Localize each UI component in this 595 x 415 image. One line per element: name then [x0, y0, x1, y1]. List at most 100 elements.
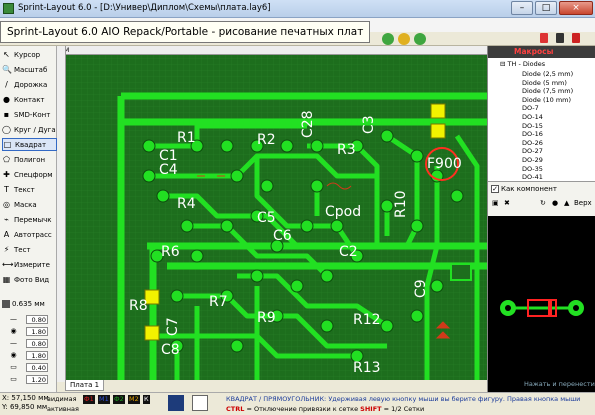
tool-zoom[interactable]: 🔍 Масштаб — [2, 63, 57, 76]
tool-label: Автотрасс — [14, 230, 52, 239]
tool-track[interactable]: / Дорожка — [2, 78, 57, 91]
tree-root[interactable]: ⊟ TH - Diodes — [500, 60, 545, 68]
component-label[interactable]: R7 — [209, 294, 228, 310]
component-label[interactable]: Cpod — [325, 204, 361, 220]
component-label[interactable]: C7 — [165, 317, 181, 336]
checkbox-icon[interactable]: ✓ — [491, 185, 499, 193]
tool-circle[interactable]: ◯ Круг / Дуга — [2, 123, 57, 136]
as-component-checkbox[interactable]: ✓ Как компонент — [491, 185, 557, 193]
layer-chip[interactable]: Ф1 — [83, 395, 95, 404]
component-label[interactable]: C8 — [161, 342, 180, 358]
layer-chip[interactable]: М1 — [98, 395, 110, 404]
size-spinner[interactable]: ◉ 1.80 — [1, 350, 56, 360]
minus-icon[interactable]: ⊟ — [500, 60, 508, 68]
macro-item[interactable]: DO-35 — [522, 165, 543, 173]
tool-photo[interactable]: ▦ Фото Вид — [2, 273, 57, 286]
size-spinner[interactable]: ▭ 1.20 — [1, 374, 56, 384]
grid-value[interactable]: 0.635 мм — [2, 300, 45, 308]
rotate-icon[interactable]: ↻ — [540, 199, 546, 207]
component-label[interactable]: R10 — [393, 190, 409, 218]
tool-label: Полигон — [14, 155, 46, 164]
macro-item[interactable]: DO-14 — [522, 113, 543, 121]
component-label[interactable]: C9 — [413, 279, 429, 298]
macro-item[interactable]: Diode (5 mm) — [522, 79, 567, 87]
tool-special[interactable]: ✚ Спецформ — [2, 168, 57, 181]
close-button[interactable]: × — [559, 1, 593, 15]
macro-item[interactable]: DO-27 — [522, 147, 543, 155]
component-label[interactable]: C4 — [159, 162, 178, 178]
layer-chip[interactable]: Ф2 — [113, 395, 125, 404]
component-label[interactable]: R4 — [177, 196, 196, 212]
size-spinner[interactable]: — 0.80 — [1, 314, 56, 324]
size-value[interactable]: 0.80 — [26, 338, 48, 348]
component-label[interactable]: R12 — [353, 312, 381, 328]
tool-jumper[interactable]: ⌁ Перемычк — [2, 213, 57, 226]
maximize-button[interactable]: □ — [535, 1, 557, 15]
component-label[interactable]: C28 — [300, 110, 316, 138]
tool-text[interactable]: T Текст — [2, 183, 57, 196]
macro-item[interactable]: DO-26 — [522, 139, 543, 147]
macro-item[interactable]: DO-7 — [522, 104, 539, 112]
component-label[interactable]: R13 — [353, 360, 381, 376]
tool-polygon[interactable]: ⬠ Полигон — [2, 153, 57, 166]
component-label[interactable]: R2 — [257, 132, 276, 148]
save-icon[interactable]: ▣ — [492, 199, 499, 207]
layer-chip[interactable]: М2 — [128, 395, 140, 404]
measure-icon: ⟷ — [2, 260, 14, 269]
macro-icon[interactable] — [572, 33, 580, 43]
pcb-drawing[interactable]: R1 R2C28 C3C1C4R3R4C5 Cpod R10C6C2R6R7R8C7 R9… — [57, 46, 487, 382]
layer-visible-label: видимая — [47, 395, 77, 403]
component-label[interactable]: C5 — [257, 210, 276, 226]
tool-mask[interactable]: ◎ Маска — [2, 198, 57, 211]
minimize-button[interactable]: – — [511, 1, 533, 15]
macro-item[interactable]: DO-15 — [522, 122, 543, 130]
macro-item[interactable]: DO-41 — [522, 173, 543, 181]
chip-icon[interactable] — [556, 33, 564, 43]
layer-dot-icon[interactable]: ● — [552, 199, 558, 207]
component-label[interactable]: R1 — [177, 130, 196, 146]
pcb-canvas[interactable]: R1 R2 C28 C3 C1 C4 R3 R4 C5 Cpod R10 C6 C2 R6 R7 R8 C7 R9… — [57, 46, 487, 382]
size-spinner[interactable]: ◉ 1.80 — [1, 326, 56, 336]
tab-board1[interactable]: Плата 1 — [65, 380, 105, 391]
component-icon[interactable] — [540, 33, 548, 43]
tool-test[interactable]: ⚡ Тест — [2, 243, 57, 256]
ratsnest-icon[interactable] — [192, 395, 208, 411]
size-spinner[interactable]: — 0.80 — [1, 338, 56, 348]
size-value[interactable]: 1.80 — [26, 350, 48, 360]
size-value[interactable]: 0.80 — [26, 314, 48, 324]
add-icon[interactable] — [382, 33, 394, 45]
top-icon[interactable]: ▲ — [564, 199, 569, 207]
special-icon: ✚ — [3, 170, 10, 179]
board-layer-icon[interactable] — [168, 395, 184, 411]
component-label[interactable]: C2 — [339, 244, 358, 260]
plus-icon[interactable] — [414, 33, 426, 45]
layer-chip[interactable]: К — [143, 395, 150, 404]
settings-icon[interactable] — [398, 33, 410, 45]
component-label[interactable]: C6 — [273, 228, 292, 244]
size-value[interactable]: 1.80 — [26, 326, 48, 336]
macro-tree[interactable]: ⊟ TH - Diodes Diode (2,5 mm) Diode (5 mm)… — [488, 58, 595, 182]
tool-autoroute[interactable]: A Автотрасс — [2, 228, 57, 241]
delete-icon[interactable]: ✖ — [504, 199, 510, 207]
macro-item[interactable]: Diode (7,5 mm) — [522, 87, 573, 95]
tool-pad[interactable]: ● Контакт — [2, 93, 57, 106]
tool-measure[interactable]: ⟷ Измерите — [2, 258, 57, 271]
tool-square[interactable]: □ Квадрат — [2, 138, 57, 151]
component-label[interactable]: R9 — [257, 310, 276, 326]
macro-item[interactable]: Diode (10 mm) — [522, 96, 571, 104]
macro-item[interactable]: DO-16 — [522, 130, 543, 138]
window-controls: – □ × — [511, 1, 593, 15]
macro-item[interactable]: Diode (2,5 mm) — [522, 70, 573, 78]
size-value[interactable]: 0.40 — [26, 362, 48, 372]
size-spinner[interactable]: ▭ 0.40 — [1, 362, 56, 372]
component-label[interactable]: R3 — [337, 142, 356, 158]
component-label[interactable]: F900 — [427, 156, 462, 172]
component-label[interactable]: R6 — [161, 244, 180, 260]
tool-cursor[interactable]: ↖ Курсор — [2, 48, 57, 61]
component-label[interactable]: R8 — [129, 298, 148, 314]
macro-item[interactable]: DO-29 — [522, 156, 543, 164]
tool-smd[interactable]: ▪ SMD-Конт — [2, 108, 57, 121]
component-label[interactable]: C3 — [361, 115, 377, 134]
size-value[interactable]: 1.20 — [26, 374, 48, 384]
tool-label: Дорожка — [14, 80, 48, 89]
